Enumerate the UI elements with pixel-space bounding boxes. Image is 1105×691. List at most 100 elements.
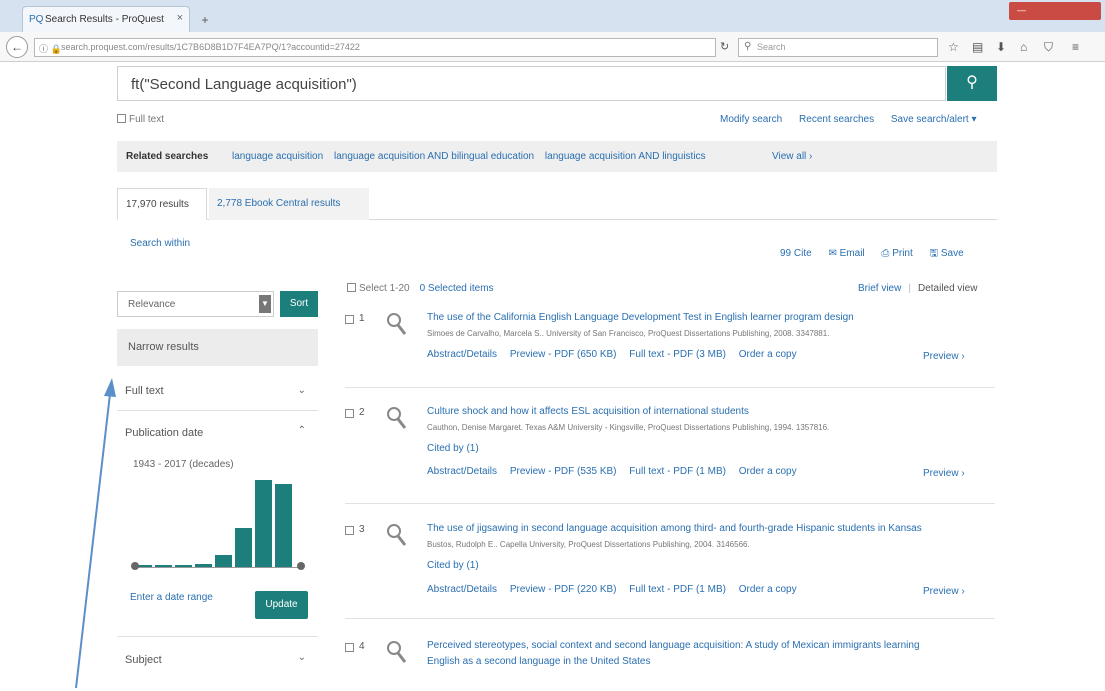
result-links: Abstract/Details Preview - PDF (220 KB) … [427, 584, 807, 595]
result-title[interactable]: Culture shock and how it affects ESL acq… [427, 406, 749, 417]
preview-pdf-link[interactable]: Preview - PDF (220 KB) [510, 584, 617, 595]
print-button[interactable]: ⎙ Print [881, 248, 912, 259]
tab-results[interactable]: 17,970 results [117, 188, 207, 220]
selected-items-link[interactable]: 0 Selected items [420, 283, 494, 294]
enter-date-range-link[interactable]: Enter a date range [130, 592, 213, 603]
search-within-link[interactable]: Search within [130, 238, 190, 249]
pocket-icon[interactable]: ⛉ [1044, 40, 1053, 55]
brief-view-link[interactable]: Brief view [858, 283, 901, 294]
related-link[interactable]: language acquisition AND linguistics [545, 151, 706, 162]
search-input[interactable]: ft("Second Language acquisition") [117, 66, 946, 101]
separator: | [908, 283, 911, 294]
preview-toggle[interactable]: Preview › [923, 586, 965, 597]
fulltext-pdf-link[interactable]: Full text - PDF (1 MB) [629, 466, 726, 477]
result-checkbox[interactable] [345, 526, 354, 535]
abstract-link[interactable]: Abstract/Details [427, 349, 497, 360]
dropdown-arrow-icon[interactable]: ▼ [259, 295, 271, 313]
toolbar-icons: ☆ ▤ ⬇ ⌂ ⛉ ≡ [948, 40, 1098, 56]
order-copy-link[interactable]: Order a copy [739, 584, 797, 595]
fulltext-checkbox[interactable]: Full text [117, 114, 164, 125]
new-tab-button[interactable]: + [196, 12, 214, 28]
result-links: Abstract/Details Preview - PDF (650 KB) … [427, 349, 807, 360]
chevron-down-icon[interactable]: ⌄ [298, 652, 306, 663]
result-actions: 99 Cite ✉ Email ⎙ Print 🖫 Save [780, 246, 978, 263]
select-range-label[interactable]: Select 1-20 [359, 283, 410, 294]
preview-pdf-link[interactable]: Preview - PDF (650 KB) [510, 349, 617, 360]
search-query-text[interactable]: ft("Second Language acquisition") [131, 76, 357, 93]
histogram-bar[interactable] [275, 484, 292, 568]
result-citation: Bustos, Rudolph E.. Capella University, … [427, 540, 750, 549]
minimize-icon[interactable]: — [1017, 5, 1026, 15]
result-number: 4 [359, 641, 365, 652]
save-button[interactable]: 🖫 Save [930, 248, 964, 259]
reload-icon[interactable]: ↻ [720, 40, 729, 53]
site-info-icon[interactable]: ⓘ 🔒 [39, 42, 62, 55]
fulltext-pdf-link[interactable]: Full text - PDF (3 MB) [629, 349, 726, 360]
home-icon[interactable]: ⌂ [1020, 40, 1027, 54]
save-search-link[interactable]: Save search/alert ▾ [891, 114, 977, 125]
result-checkbox[interactable] [345, 409, 354, 418]
order-copy-link[interactable]: Order a copy [739, 349, 797, 360]
email-button[interactable]: ✉ Email [828, 248, 864, 259]
facet-full-text[interactable]: Full text ⌄ [117, 366, 318, 411]
abstract-link[interactable]: Abstract/Details [427, 466, 497, 477]
result-checkbox[interactable] [345, 643, 354, 652]
result-title[interactable]: Perceived stereotypes, social context an… [427, 640, 920, 651]
result-citation: Cauthon, Denise Margaret. Texas A&M Univ… [427, 423, 830, 432]
recent-searches-link[interactable]: Recent searches [799, 114, 874, 125]
star-icon[interactable]: ☆ [948, 40, 959, 54]
browser-titlebar: PQ Search Results - ProQuest × + — [0, 0, 1105, 32]
cited-by-link[interactable]: Cited by (1) [427, 443, 479, 454]
preview-toggle[interactable]: Preview › [923, 468, 965, 479]
preview-pdf-link[interactable]: Preview - PDF (535 KB) [510, 466, 617, 477]
result-title-continued[interactable]: English as a second language in the Unit… [427, 656, 651, 667]
dissertation-icon [387, 641, 407, 663]
preview-toggle[interactable]: Preview › [923, 351, 965, 362]
select-all-checkbox[interactable] [347, 283, 356, 292]
chevron-up-icon[interactable]: ⌃ [298, 425, 306, 436]
histogram-bar[interactable] [235, 528, 252, 568]
search-links: Modify search Recent searches Save searc… [720, 114, 990, 125]
close-tab-icon[interactable]: × [177, 12, 183, 24]
fulltext-pdf-link[interactable]: Full text - PDF (1 MB) [629, 584, 726, 595]
checkbox-icon[interactable] [117, 114, 126, 123]
detailed-view-link[interactable]: Detailed view [918, 283, 977, 294]
range-end-handle[interactable] [297, 562, 305, 570]
related-link[interactable]: language acquisition [232, 151, 323, 162]
cited-by-link[interactable]: Cited by (1) [427, 560, 479, 571]
related-link[interactable]: language acquisition AND bilingual educa… [334, 151, 534, 162]
sort-button[interactable]: Sort [280, 291, 318, 317]
tab-ebook-central[interactable]: 2,778 Ebook Central results [209, 188, 369, 220]
publication-date-histogram[interactable] [131, 478, 305, 570]
address-bar[interactable]: ⓘ 🔒 search.proquest.com/results/1C7B6D8B… [34, 38, 716, 57]
modify-search-link[interactable]: Modify search [720, 114, 782, 125]
result-links: Abstract/Details Preview - PDF (535 KB) … [427, 466, 807, 477]
abstract-link[interactable]: Abstract/Details [427, 584, 497, 595]
url-text[interactable]: search.proquest.com/results/1C7B6D8B1D7F… [61, 42, 360, 52]
result-title[interactable]: The use of the California English Langua… [427, 312, 854, 323]
download-icon[interactable]: ⬇ [996, 40, 1006, 54]
result-number: 1 [359, 313, 365, 324]
back-button[interactable]: ← [6, 36, 28, 58]
facet-label: Publication date [125, 427, 204, 439]
result-title[interactable]: The use of jigsawing in second language … [427, 523, 922, 534]
result-checkbox[interactable] [345, 315, 354, 324]
range-start-handle[interactable] [131, 562, 139, 570]
order-copy-link[interactable]: Order a copy [739, 466, 797, 477]
facet-subject[interactable]: Subject ⌄ [117, 637, 318, 691]
chevron-down-icon[interactable]: ⌄ [298, 385, 306, 396]
browser-search-field[interactable]: ⚲ Search [738, 38, 938, 57]
result-number: 3 [359, 524, 365, 535]
search-button[interactable]: ⚲ [947, 66, 997, 101]
related-searches-bar: Related searches language acquisition la… [117, 141, 997, 172]
view-all-link[interactable]: View all › [772, 151, 812, 162]
histogram-bar[interactable] [255, 480, 272, 568]
menu-icon[interactable]: ≡ [1072, 40, 1079, 54]
bookmarks-icon[interactable]: ▤ [972, 40, 983, 54]
sort-select[interactable]: Relevance ▼ [117, 291, 274, 317]
update-button[interactable]: Update [255, 591, 308, 619]
window-controls[interactable]: — [1009, 2, 1101, 20]
browser-tab[interactable]: PQ Search Results - ProQuest × [22, 6, 190, 32]
dissertation-icon [387, 313, 407, 335]
cite-button[interactable]: 99 Cite [780, 248, 812, 259]
